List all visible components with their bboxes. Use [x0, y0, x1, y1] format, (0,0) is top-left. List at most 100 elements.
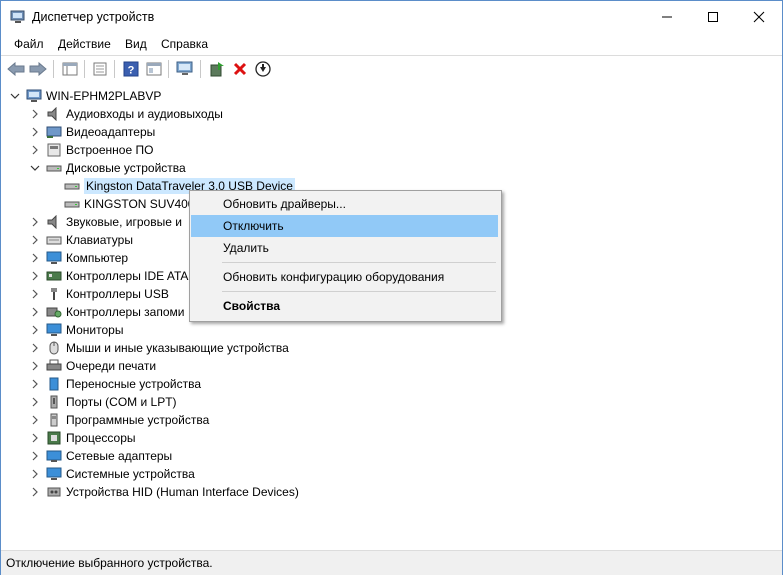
svg-text:?: ?: [128, 65, 135, 77]
chevron-right-icon[interactable]: [30, 397, 40, 407]
menu-help[interactable]: Справка: [161, 37, 208, 51]
tree-root[interactable]: WIN-EPHM2PLABVP: [26, 87, 161, 105]
tree-item-computer[interactable]: Компьютер: [46, 249, 128, 267]
tree-item-ide-ata[interactable]: Контроллеры IDE ATA: [46, 267, 188, 285]
tree-item-audio-io[interactable]: Аудиовходы и аудиовыходы: [46, 105, 223, 123]
speaker-icon: [46, 106, 62, 122]
tree-root-label: WIN-EPHM2PLABVP: [46, 89, 162, 103]
hid-icon: [46, 485, 62, 499]
uninstall-icon: [233, 62, 247, 76]
device-manager-app-icon: [10, 10, 26, 24]
uninstall-button[interactable]: [230, 59, 250, 79]
maximize-button[interactable]: [690, 1, 735, 33]
tree-item-label: Звуковые, игровые и: [66, 215, 182, 229]
forward-button[interactable]: [28, 59, 48, 79]
title-bar[interactable]: Диспетчер устройств: [1, 1, 782, 34]
disable-icon: [255, 61, 271, 77]
window-title: Диспетчер устройств: [32, 10, 155, 24]
chevron-right-icon[interactable]: [30, 289, 40, 299]
tree-item-display-adapters[interactable]: Видеоадаптеры: [46, 123, 155, 141]
chevron-right-icon[interactable]: [30, 253, 40, 263]
computer-icon: [26, 89, 42, 103]
ctx-properties[interactable]: Свойства: [191, 295, 498, 317]
chevron-right-icon[interactable]: [30, 451, 40, 461]
chevron-right-icon[interactable]: [30, 379, 40, 389]
tree-item-print-queues[interactable]: Очереди печати: [46, 357, 156, 375]
chevron-right-icon[interactable]: [30, 145, 40, 155]
tree-item-label: Аудиовходы и аудиовыходы: [66, 107, 223, 121]
menu-bar: Файл Действие Вид Справка: [1, 34, 782, 54]
chevron-right-icon[interactable]: [30, 127, 40, 137]
tree-item-firmware[interactable]: Встроенное ПО: [46, 141, 153, 159]
help-button[interactable]: ?: [121, 59, 141, 79]
ctx-uninstall-device[interactable]: Удалить: [191, 237, 498, 259]
chevron-right-icon[interactable]: [30, 361, 40, 371]
printer-icon: [46, 359, 62, 373]
tree-item-sound-video-game[interactable]: Звуковые, игровые и: [46, 213, 182, 231]
chevron-right-icon[interactable]: [30, 415, 40, 425]
chevron-down-icon[interactable]: [10, 91, 20, 101]
monitor-icon: [46, 323, 62, 337]
close-icon: [753, 11, 764, 23]
tree-item-usb-controllers[interactable]: Контроллеры USB: [46, 285, 169, 303]
tree-item-network-adapters[interactable]: Сетевые адаптеры: [46, 447, 172, 465]
tree-item-mice[interactable]: Мыши и иные указывающие устройства: [46, 339, 289, 357]
storage-controller-icon: [46, 305, 62, 319]
tree-item-disk-drives[interactable]: Дисковые устройства: [46, 159, 186, 177]
properties-list-button[interactable]: [90, 59, 110, 79]
close-button[interactable]: [736, 1, 781, 33]
tree-item-keyboards[interactable]: Клавиатуры: [46, 231, 133, 249]
ctx-update-drivers[interactable]: Обновить драйверы...: [191, 193, 498, 215]
tree-item-system-devices[interactable]: Системные устройства: [46, 465, 195, 483]
tree-item-kingston-suv400s[interactable]: KINGSTON SUV400S: [64, 195, 203, 213]
minimize-icon: [661, 16, 672, 18]
tree-item-storage-controllers[interactable]: Контроллеры запоми: [46, 303, 184, 321]
tree-item-hid[interactable]: Устройства HID (Human Interface Devices): [46, 483, 299, 501]
chevron-right-icon[interactable]: [30, 325, 40, 335]
chevron-right-icon[interactable]: [30, 469, 40, 479]
chevron-down-icon[interactable]: [30, 163, 40, 173]
update-driver-button[interactable]: [207, 59, 227, 79]
menu-view[interactable]: Вид: [125, 37, 147, 51]
disk-drive-icon: [46, 161, 62, 175]
computer-scan-icon: [176, 61, 193, 75]
port-icon: [46, 395, 62, 409]
ctx-separator: [222, 262, 496, 263]
ctx-disable-device[interactable]: Отключить: [191, 215, 498, 237]
chevron-right-icon[interactable]: [30, 487, 40, 497]
tree-item-monitors[interactable]: Мониторы: [46, 321, 123, 339]
tree-item-software-devices[interactable]: Программные устройства: [46, 411, 209, 429]
menu-action[interactable]: Действие: [58, 37, 111, 51]
tree-item-label: Устройства HID (Human Interface Devices): [66, 485, 299, 499]
tree-item-label: Видеоадаптеры: [66, 125, 156, 139]
keyboard-icon: [46, 233, 62, 247]
monitor-icon: [46, 251, 62, 265]
chevron-right-icon[interactable]: [30, 217, 40, 227]
tree-item-label: Клавиатуры: [66, 233, 133, 247]
console-tree-icon: [62, 62, 78, 76]
show-hide-console-tree-button[interactable]: [60, 59, 80, 79]
system-device-icon: [46, 467, 62, 481]
minimize-button[interactable]: [644, 1, 689, 33]
tree-item-label: Системные устройства: [66, 467, 195, 481]
tree-item-label: Контроллеры IDE ATA: [66, 269, 189, 283]
chevron-right-icon[interactable]: [30, 235, 40, 245]
disable-device-button[interactable]: [253, 59, 273, 79]
tree-item-portable-devices[interactable]: Переносные устройства: [46, 375, 201, 393]
back-button[interactable]: [6, 59, 26, 79]
chevron-right-icon[interactable]: [30, 433, 40, 443]
chevron-right-icon[interactable]: [30, 343, 40, 353]
controller-icon: [46, 269, 62, 283]
scan-hardware-button[interactable]: [175, 59, 195, 79]
chevron-right-icon[interactable]: [30, 109, 40, 119]
forward-icon: [29, 62, 47, 76]
processor-icon: [46, 431, 62, 445]
tree-item-ports[interactable]: Порты (COM и LPT): [46, 393, 177, 411]
chevron-right-icon[interactable]: [30, 271, 40, 281]
tree-item-label: Процессоры: [66, 431, 136, 445]
menu-file[interactable]: Файл: [14, 37, 44, 51]
ctx-scan-hardware[interactable]: Обновить конфигурацию оборудования: [191, 266, 498, 288]
chevron-right-icon[interactable]: [30, 307, 40, 317]
tree-item-processors[interactable]: Процессоры: [46, 429, 136, 447]
view-button[interactable]: [144, 59, 164, 79]
